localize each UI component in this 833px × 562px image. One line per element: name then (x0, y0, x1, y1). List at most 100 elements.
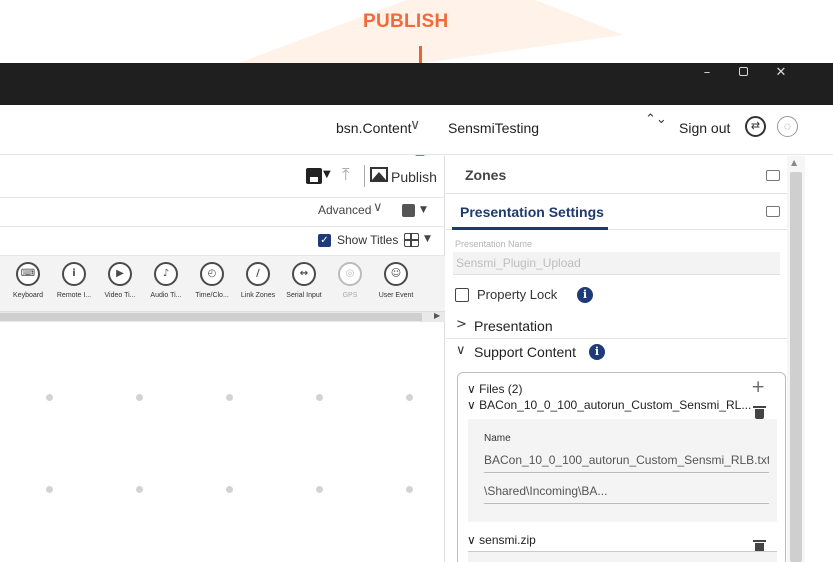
color-swatch-icon[interactable] (402, 204, 415, 217)
grid-dot (316, 394, 323, 401)
grid-dot (316, 486, 323, 493)
chevron-right-icon: > (456, 317, 467, 332)
widget-label: User Event (378, 292, 414, 299)
top-bar: bsn.Content ∨ SensmiTesting ⌃⌄ Sign out … (0, 105, 833, 155)
chevron-down-icon: ∨ (467, 398, 476, 412)
widget-video-time[interactable]: ▶ Video Ti... (96, 262, 144, 299)
close-button[interactable]: ✕ (771, 63, 791, 83)
minimize-button[interactable]: – (697, 63, 717, 83)
show-titles-label[interactable]: Show Titles (337, 233, 398, 247)
publish-annotation-label: PUBLISH (363, 11, 449, 32)
keyboard-icon: ⌨ (16, 262, 40, 286)
active-tab-indicator (452, 227, 608, 230)
files-count-label: Files (2) (479, 382, 523, 396)
widget-label: Audio Ti... (150, 292, 182, 299)
widget-user-event[interactable]: ☺ User Event (372, 262, 420, 299)
grid-dropdown-icon[interactable]: ▼ (424, 234, 431, 244)
audio-time-icon: ♪ (154, 262, 178, 286)
restore-button[interactable] (733, 63, 753, 83)
support-content-section[interactable]: ∨ Support Content i (446, 340, 787, 365)
files-card: ∨ Files (2) + ∨ BACon_10_0_100_autorun_C… (457, 372, 786, 562)
publish-icon[interactable] (370, 167, 388, 182)
save-dropdown-icon[interactable]: ▼ (323, 169, 331, 180)
presentation-settings-header[interactable]: Presentation Settings (446, 194, 787, 230)
product-selector-label[interactable]: bsn.Content (336, 120, 412, 136)
publish-button[interactable]: Publish (391, 169, 437, 185)
editor-toolbar-advanced: Advanced ∨ ▼ (0, 198, 445, 227)
account-name[interactable]: SensmiTesting (448, 120, 539, 136)
presentation-name-label: Presentation Name (455, 239, 533, 249)
advanced-dropdown[interactable]: Advanced (318, 203, 371, 217)
properties-panel: Zones Presentation Settings Presentation… (446, 156, 787, 562)
window-titlebar: – ✕ (0, 63, 833, 105)
chevron-down-icon[interactable]: ∨ (410, 116, 420, 133)
account-switch-icon[interactable]: ⌃⌄ (645, 112, 667, 125)
presentation-settings-tab[interactable]: Presentation Settings (460, 204, 604, 220)
file-row[interactable]: ∨ BACon_10_0_100_autorun_Custom_Sensmi_R… (467, 398, 751, 412)
chevron-down-icon: ∨ (467, 382, 476, 396)
grid-layout-icon[interactable] (404, 233, 419, 247)
grid-dot (136, 486, 143, 493)
color-dropdown-icon[interactable]: ▼ (420, 205, 427, 215)
add-file-button[interactable]: + (751, 377, 765, 397)
horizontal-scrollbar-thumb[interactable] (0, 313, 422, 321)
collapse-panel-icon[interactable] (766, 206, 780, 217)
widget-gps[interactable]: ◎ GPS (326, 262, 374, 299)
info-icon[interactable]: i (577, 287, 593, 303)
vertical-scrollbar-thumb[interactable] (790, 172, 802, 562)
zones-header[interactable]: Zones (446, 156, 787, 194)
sign-out-button[interactable]: Sign out (679, 120, 730, 136)
restore-icon (738, 67, 748, 76)
show-titles-checkbox[interactable]: ✓ (318, 234, 331, 247)
editor-toolbar-view: ✓ Show Titles ▼ (0, 227, 445, 256)
remote-icon: i (62, 262, 86, 286)
grid-dot (226, 394, 233, 401)
gps-icon: ◎ (338, 262, 362, 286)
link-zones-icon: ∕ (246, 262, 270, 286)
widget-serial-input[interactable]: ↔ Serial Input (280, 262, 328, 299)
file-name-field[interactable]: BACon_10_0_100_autorun_Custom_Sensmi_RLB… (484, 453, 769, 473)
save-icon[interactable] (306, 168, 322, 184)
zones-tab[interactable]: Zones (465, 167, 506, 183)
widget-toolbar: ⌨ Keyboard i Remote I... ▶ Video Ti... ♪ Audio … (0, 256, 445, 312)
presentation-section[interactable]: > Presentation (446, 314, 787, 339)
collapse-panel-icon[interactable] (766, 170, 780, 181)
file-path-field[interactable]: \Shared\Incoming\BA... (484, 484, 769, 504)
globe-icon[interactable]: ◌ (777, 116, 798, 137)
presentation-name-field[interactable] (453, 252, 780, 275)
file-detail-panel (468, 551, 777, 562)
support-content-section-label: Support Content (474, 344, 576, 360)
widget-remote[interactable]: i Remote I... (50, 262, 98, 299)
widget-time-clock[interactable]: ◴ Time/Clo... (188, 262, 236, 299)
widget-keyboard[interactable]: ⌨ Keyboard (4, 262, 52, 299)
upload-icon[interactable]: ⤒ (342, 165, 350, 185)
file-row-label: BACon_10_0_100_autorun_Custom_Sensmi_RL.… (479, 398, 752, 412)
horizontal-scrollbar[interactable]: ▶ (0, 311, 445, 322)
file-detail-panel: Name BACon_10_0_100_autorun_Custom_Sensm… (468, 419, 777, 522)
property-lock-label[interactable]: Property Lock (477, 287, 557, 302)
chevron-down-icon: ∨ (467, 533, 476, 547)
widget-audio-time[interactable]: ♪ Audio Ti... (142, 262, 190, 299)
grid-dot (226, 486, 233, 493)
presentation-section-label: Presentation (474, 318, 553, 334)
file-row-label: sensmi.zip (479, 533, 536, 547)
time-clock-icon: ◴ (200, 262, 224, 286)
file-row[interactable]: ∨ sensmi.zip (467, 533, 536, 547)
trash-icon[interactable] (753, 406, 766, 419)
widget-label: Keyboard (13, 292, 43, 299)
widget-link-zones[interactable]: ∕ Link Zones (234, 262, 282, 299)
editor-toolbar-primary: ▼ ⤒ Publish (0, 156, 445, 198)
chevron-down-icon[interactable]: ∨ (373, 200, 383, 215)
vertical-scrollbar[interactable]: ▲ (787, 156, 805, 562)
widget-label: GPS (342, 292, 358, 299)
grid-dot (406, 394, 413, 401)
scroll-right-arrow-icon[interactable]: ▶ (434, 311, 440, 320)
scroll-up-arrow-icon[interactable]: ▲ (791, 158, 797, 167)
toolbar-divider (364, 165, 365, 187)
video-time-icon: ▶ (108, 262, 132, 286)
info-icon[interactable]: i (589, 344, 605, 360)
property-lock-checkbox[interactable] (455, 288, 469, 302)
sync-icon[interactable]: ⇄ (745, 116, 766, 137)
files-header[interactable]: ∨ Files (2) (467, 382, 522, 396)
grid-dot (136, 394, 143, 401)
